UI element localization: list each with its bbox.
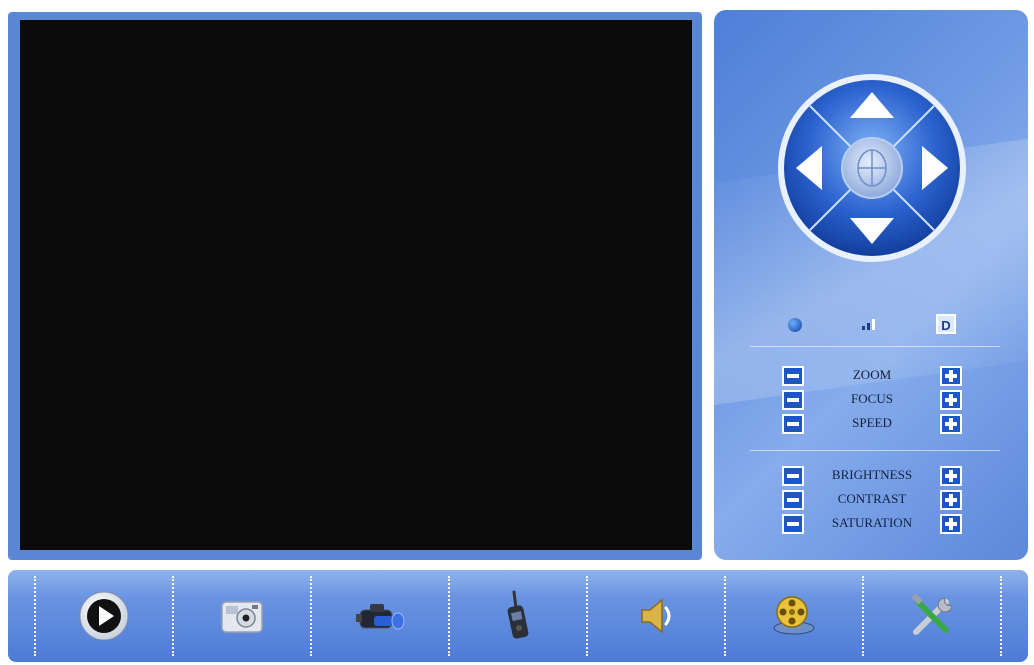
bottom-toolbar <box>8 570 1028 662</box>
audio-button[interactable] <box>626 586 686 646</box>
tools-icon <box>911 593 953 635</box>
brightness-label: BRIGHTNESS <box>831 467 913 482</box>
play-button[interactable] <box>74 586 134 646</box>
video-frame <box>8 12 702 560</box>
playback-button[interactable] <box>764 586 824 646</box>
toolbar-separator <box>586 576 588 656</box>
zoom-plus-button[interactable] <box>940 366 962 386</box>
toolbar-separator <box>310 576 312 656</box>
walkie-talkie-icon <box>507 590 529 639</box>
play-icon <box>79 591 129 641</box>
snapshot-button[interactable] <box>212 586 272 646</box>
film-reel-icon <box>773 596 815 635</box>
speed-label: SPEED <box>852 415 892 430</box>
snapshot-camera-icon <box>221 601 263 633</box>
speed-plus-button[interactable] <box>940 414 962 434</box>
speed-control: SPEED <box>782 412 962 434</box>
direction-pad <box>778 74 966 262</box>
settings-button[interactable] <box>902 586 962 646</box>
brightness-plus-button[interactable] <box>940 466 962 486</box>
signal-icon[interactable] <box>860 316 878 334</box>
video-camera-icon <box>356 604 405 630</box>
speaker-icon <box>641 598 671 634</box>
crosshair-icon <box>857 149 887 187</box>
ptz-panel: D ZOOM FOCUS SPEED BRIGHTNESS CONTRAST S… <box>714 10 1028 560</box>
focus-plus-button[interactable] <box>940 390 962 410</box>
video-screen[interactable] <box>20 20 692 550</box>
speed-minus-button[interactable] <box>782 414 804 434</box>
camera-viewer: D ZOOM FOCUS SPEED BRIGHTNESS CONTRAST S… <box>0 0 1034 665</box>
toolbar-separator <box>724 576 726 656</box>
divider <box>750 450 1000 451</box>
focus-minus-button[interactable] <box>782 390 804 410</box>
zoom-label: ZOOM <box>852 367 892 382</box>
toolbar-separator <box>1000 576 1002 656</box>
record-button[interactable] <box>350 586 410 646</box>
record-indicator-icon[interactable] <box>788 318 802 332</box>
saturation-plus-button[interactable] <box>940 514 962 534</box>
toolbar-separator <box>172 576 174 656</box>
brightness-minus-button[interactable] <box>782 466 804 486</box>
focus-label: FOCUS <box>851 391 893 406</box>
contrast-plus-button[interactable] <box>940 490 962 510</box>
toolbar-separator <box>34 576 36 656</box>
saturation-control: SATURATION <box>782 512 962 534</box>
talk-button[interactable] <box>488 586 548 646</box>
toolbar-separator <box>862 576 864 656</box>
contrast-minus-button[interactable] <box>782 490 804 510</box>
brightness-control: BRIGHTNESS <box>782 464 962 486</box>
zoom-control: ZOOM <box>782 364 962 386</box>
contrast-control: CONTRAST <box>782 488 962 510</box>
saturation-minus-button[interactable] <box>782 514 804 534</box>
focus-control: FOCUS <box>782 388 962 410</box>
d-mode-icon[interactable]: D <box>936 314 956 334</box>
zoom-minus-button[interactable] <box>782 366 804 386</box>
divider <box>750 346 1000 347</box>
contrast-label: CONTRAST <box>837 491 907 506</box>
status-icon-row: D <box>714 312 1028 336</box>
saturation-label: SATURATION <box>831 515 913 530</box>
toolbar-separator <box>448 576 450 656</box>
